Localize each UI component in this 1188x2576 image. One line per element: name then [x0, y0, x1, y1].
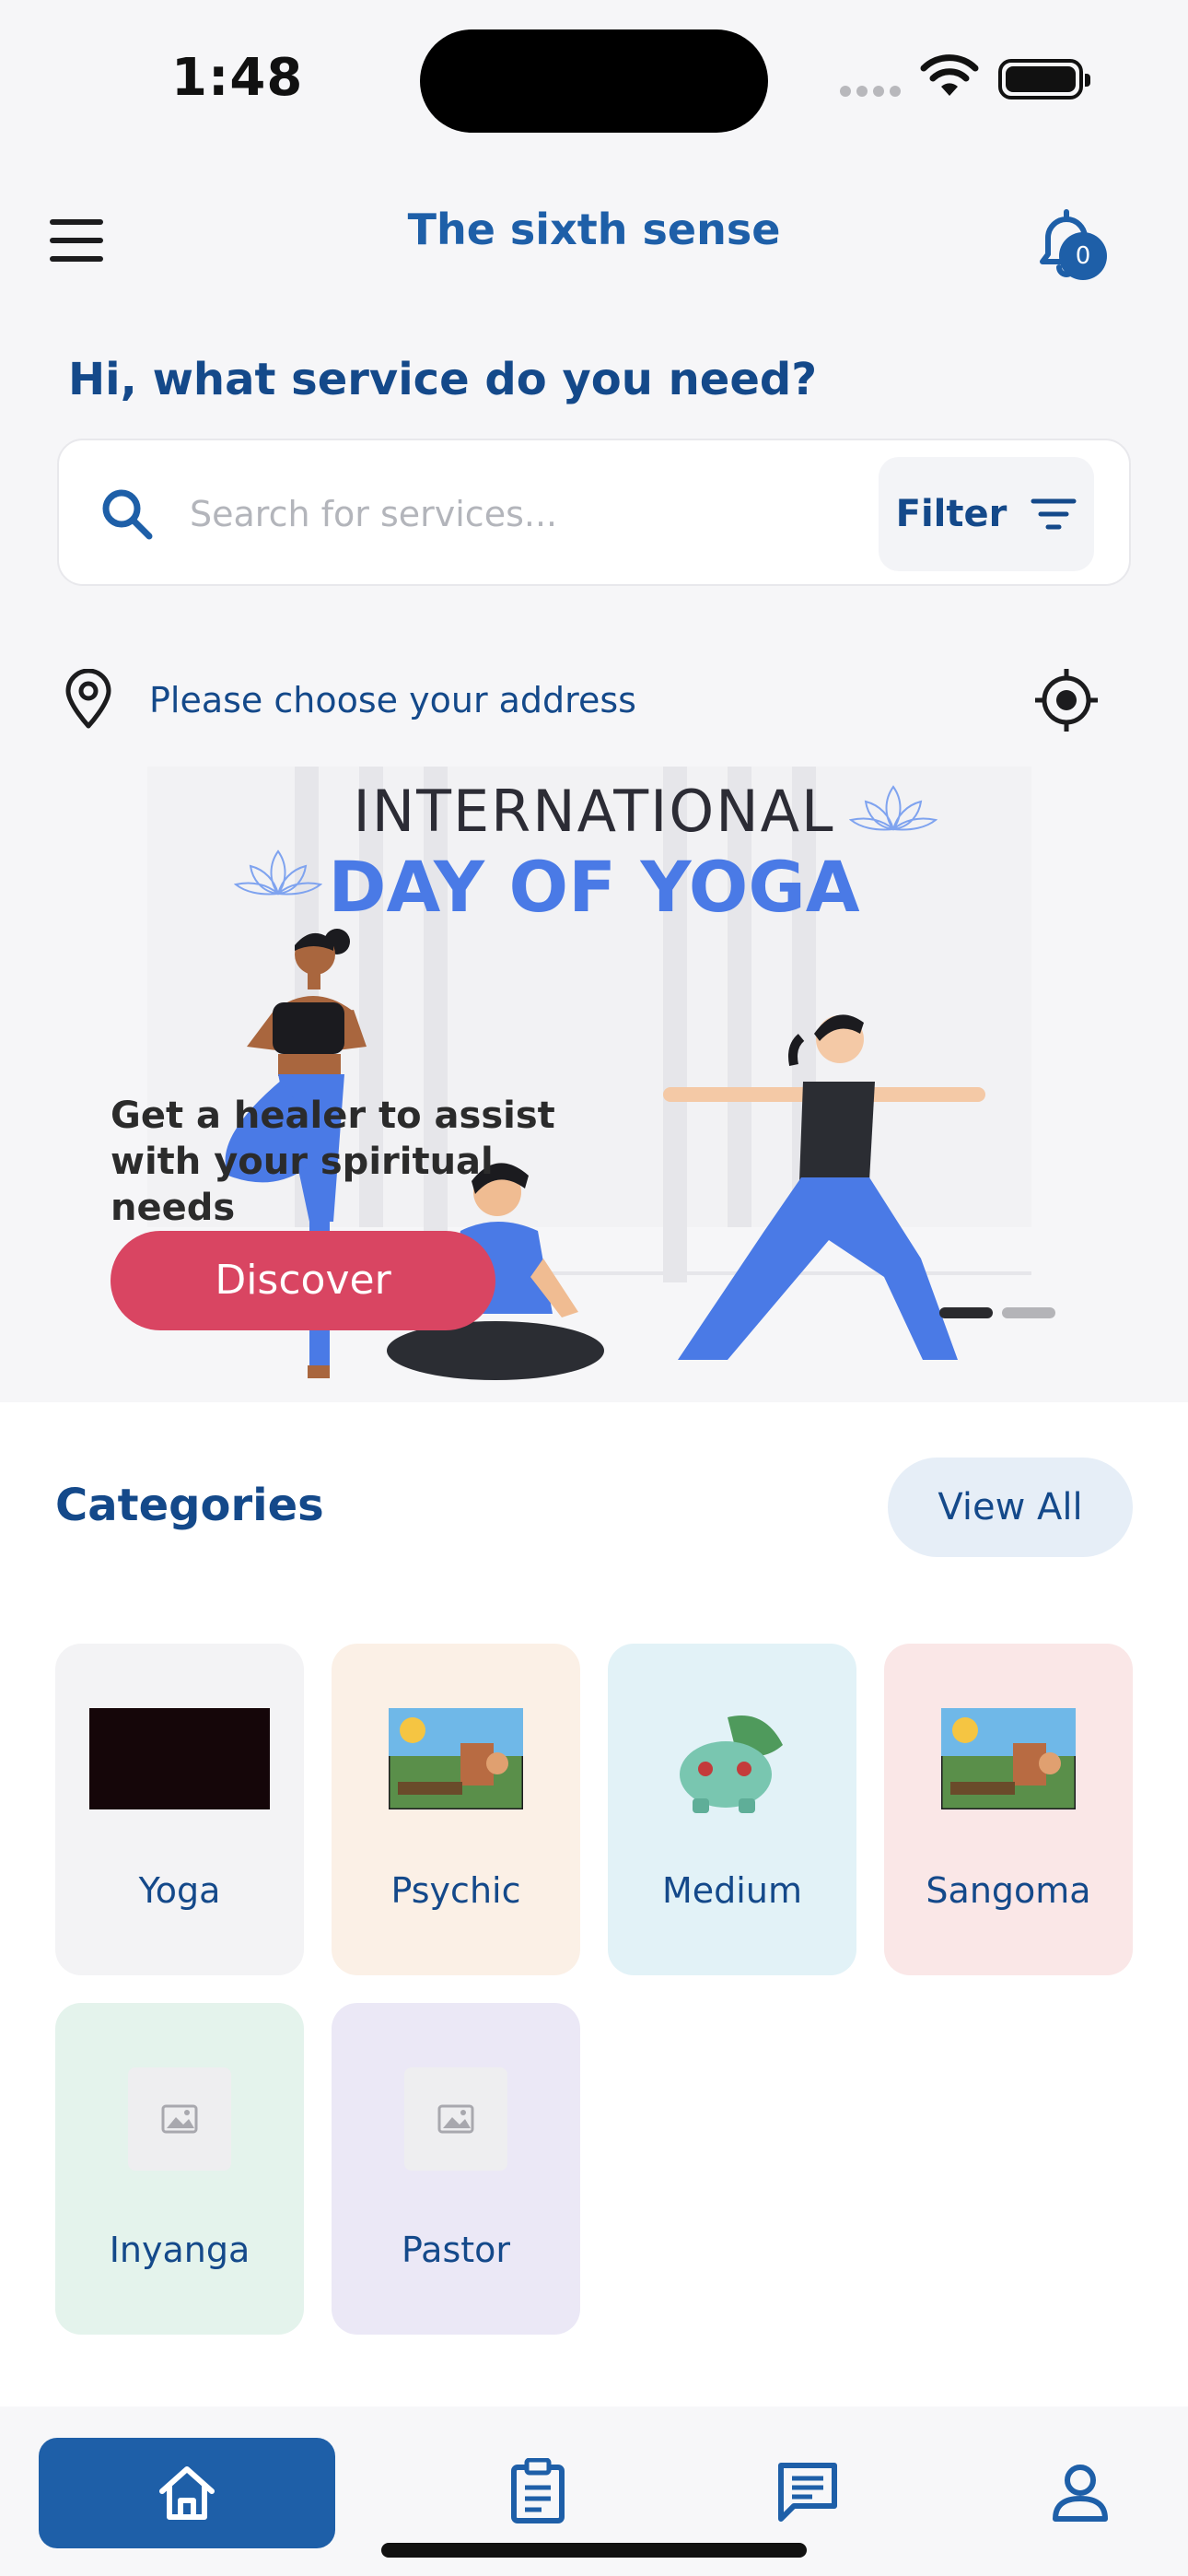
category-label: Yoga — [138, 1870, 221, 1911]
carousel-dot[interactable] — [1002, 1307, 1055, 1318]
bottom-navigation — [0, 2406, 1188, 2576]
category-label: Pastor — [401, 2230, 511, 2270]
category-card-medium[interactable]: Medium — [608, 1644, 856, 1975]
carousel-dot-active[interactable] — [939, 1307, 993, 1318]
battery-icon — [998, 59, 1090, 100]
cellular-signal-icon — [840, 83, 906, 97]
category-card-sangoma[interactable]: Sangoma — [884, 1644, 1133, 1975]
orders-clipboard-icon[interactable] — [508, 2458, 567, 2524]
cartoon-scene-thumbnail — [389, 1708, 523, 1809]
view-all-button[interactable]: View All — [888, 1458, 1133, 1557]
categories-title: Categories — [55, 1480, 324, 1531]
dark-video-thumbnail — [89, 1708, 270, 1809]
home-icon — [159, 2466, 215, 2520]
search-input[interactable] — [188, 477, 906, 551]
messages-icon[interactable] — [775, 2460, 840, 2524]
filter-label: Filter — [895, 493, 1007, 535]
search-bar: Filter — [57, 439, 1131, 586]
discover-button[interactable]: Discover — [111, 1231, 495, 1330]
address-selector[interactable]: Please choose your address — [57, 663, 1131, 737]
filter-icon — [1031, 498, 1077, 530]
home-screen: 1:48 The sixth sense 0 Hi, what service … — [0, 0, 1188, 2576]
status-time: 1:48 — [171, 48, 304, 108]
image-placeholder — [404, 2067, 507, 2171]
dynamic-island — [420, 29, 768, 133]
location-pin-icon — [65, 669, 111, 729]
image-placeholder-icon — [161, 2104, 198, 2134]
category-card-yoga[interactable]: Yoga — [55, 1644, 304, 1975]
carousel-indicator — [939, 1305, 1065, 1322]
image-placeholder — [128, 2067, 231, 2171]
green-creature-image — [680, 1715, 783, 1813]
current-location-icon[interactable] — [1033, 667, 1100, 733]
warrior-pose-figure — [663, 1014, 985, 1360]
category-label: Psychic — [390, 1870, 521, 1911]
promo-banner[interactable]: INTERNATIONAL DAY OF YOGA Get a healer t… — [0, 761, 1188, 1402]
category-label: Medium — [662, 1870, 802, 1911]
banner-tagline: Get a healer to assist with your spiritu… — [111, 1095, 555, 1229]
address-label: Please choose your address — [149, 680, 636, 720]
home-indicator — [381, 2543, 807, 2558]
app-title: The sixth sense — [407, 205, 781, 254]
category-label: Inyanga — [109, 2230, 250, 2270]
category-card-inyanga[interactable]: Inyanga — [55, 2003, 304, 2335]
status-bar: 1:48 — [0, 0, 1188, 157]
categories-section: Categories View All Yoga Psychic Medium … — [0, 1402, 1188, 2406]
greeting-heading: Hi, what service do you need? — [68, 354, 818, 405]
category-card-pastor[interactable]: Pastor — [332, 2003, 580, 2335]
profile-icon[interactable] — [1052, 2462, 1109, 2523]
category-label: Sangoma — [926, 1870, 1091, 1911]
notification-badge: 0 — [1059, 232, 1107, 280]
image-placeholder-icon — [437, 2104, 474, 2134]
category-card-psychic[interactable]: Psychic — [332, 1644, 580, 1975]
search-icon — [102, 489, 153, 540]
filter-button[interactable]: Filter — [879, 457, 1094, 571]
nav-home-button[interactable] — [39, 2438, 335, 2548]
wifi-icon — [920, 54, 979, 96]
cartoon-scene-thumbnail — [941, 1708, 1076, 1809]
